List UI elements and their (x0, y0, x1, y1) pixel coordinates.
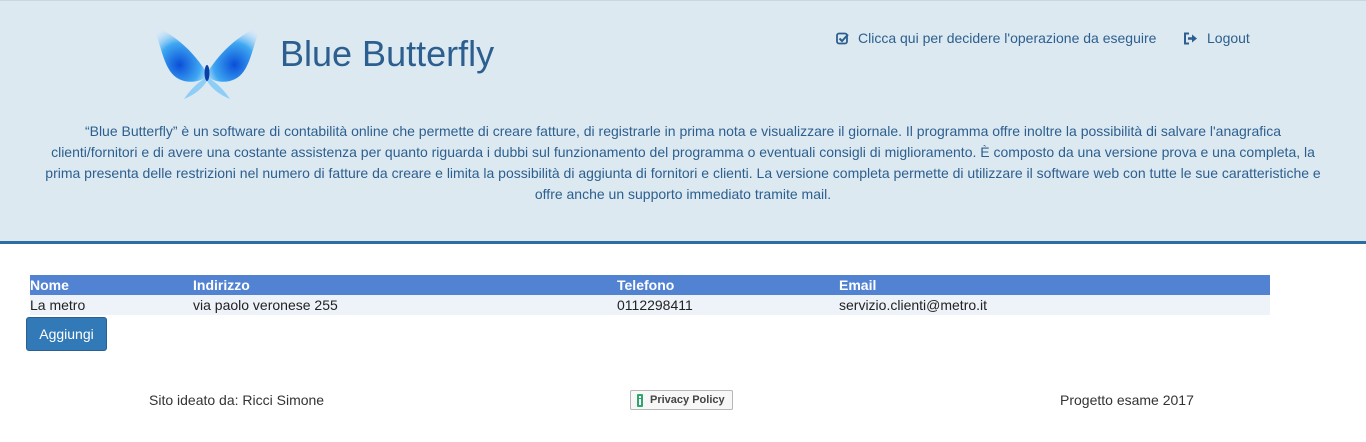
logout-icon (1184, 32, 1197, 44)
column-header-telefono: Telefono (617, 277, 675, 293)
logout-label: Logout (1207, 30, 1250, 46)
choose-operation-link[interactable]: Clicca qui per decidere l'operazione da … (836, 30, 1156, 46)
cell-nome: La metro (30, 297, 86, 313)
table-header: Nome Indirizzo Telefono Email (30, 275, 1270, 295)
site-header: Blue Butterfly Clicca qui per decidere l… (0, 0, 1366, 244)
privacy-policy-label: Privacy Policy (650, 394, 725, 406)
add-button[interactable]: Aggiungi (26, 317, 107, 351)
choose-operation-label: Clicca qui per decidere l'operazione da … (858, 30, 1157, 46)
footer-project: Progetto esame 2017 (1060, 392, 1194, 408)
footer-credit: Sito ideato da: Ricci Simone (149, 392, 325, 408)
cell-email: servizio.clienti@metro.it (839, 297, 988, 313)
privacy-policy-button[interactable]: Privacy Policy (630, 390, 733, 410)
cell-indirizzo: via paolo veronese 255 (193, 297, 338, 313)
contacts-table: Nome Indirizzo Telefono Email La metro v… (30, 275, 1270, 315)
info-icon (637, 393, 643, 407)
butterfly-logo-icon (152, 25, 262, 99)
logout-link[interactable]: Logout (1183, 30, 1250, 46)
check-square-icon (836, 32, 849, 44)
table-row: La metro via paolo veronese 255 01122984… (30, 295, 1270, 315)
column-header-email: Email (839, 277, 877, 293)
site-title: Blue Butterfly (280, 33, 495, 74)
column-header-indirizzo: Indirizzo (193, 277, 250, 293)
column-header-nome: Nome (30, 277, 69, 293)
cell-telefono: 0112298411 (617, 297, 693, 313)
site-description: “Blue Butterfly” è un software di contab… (45, 123, 1321, 202)
